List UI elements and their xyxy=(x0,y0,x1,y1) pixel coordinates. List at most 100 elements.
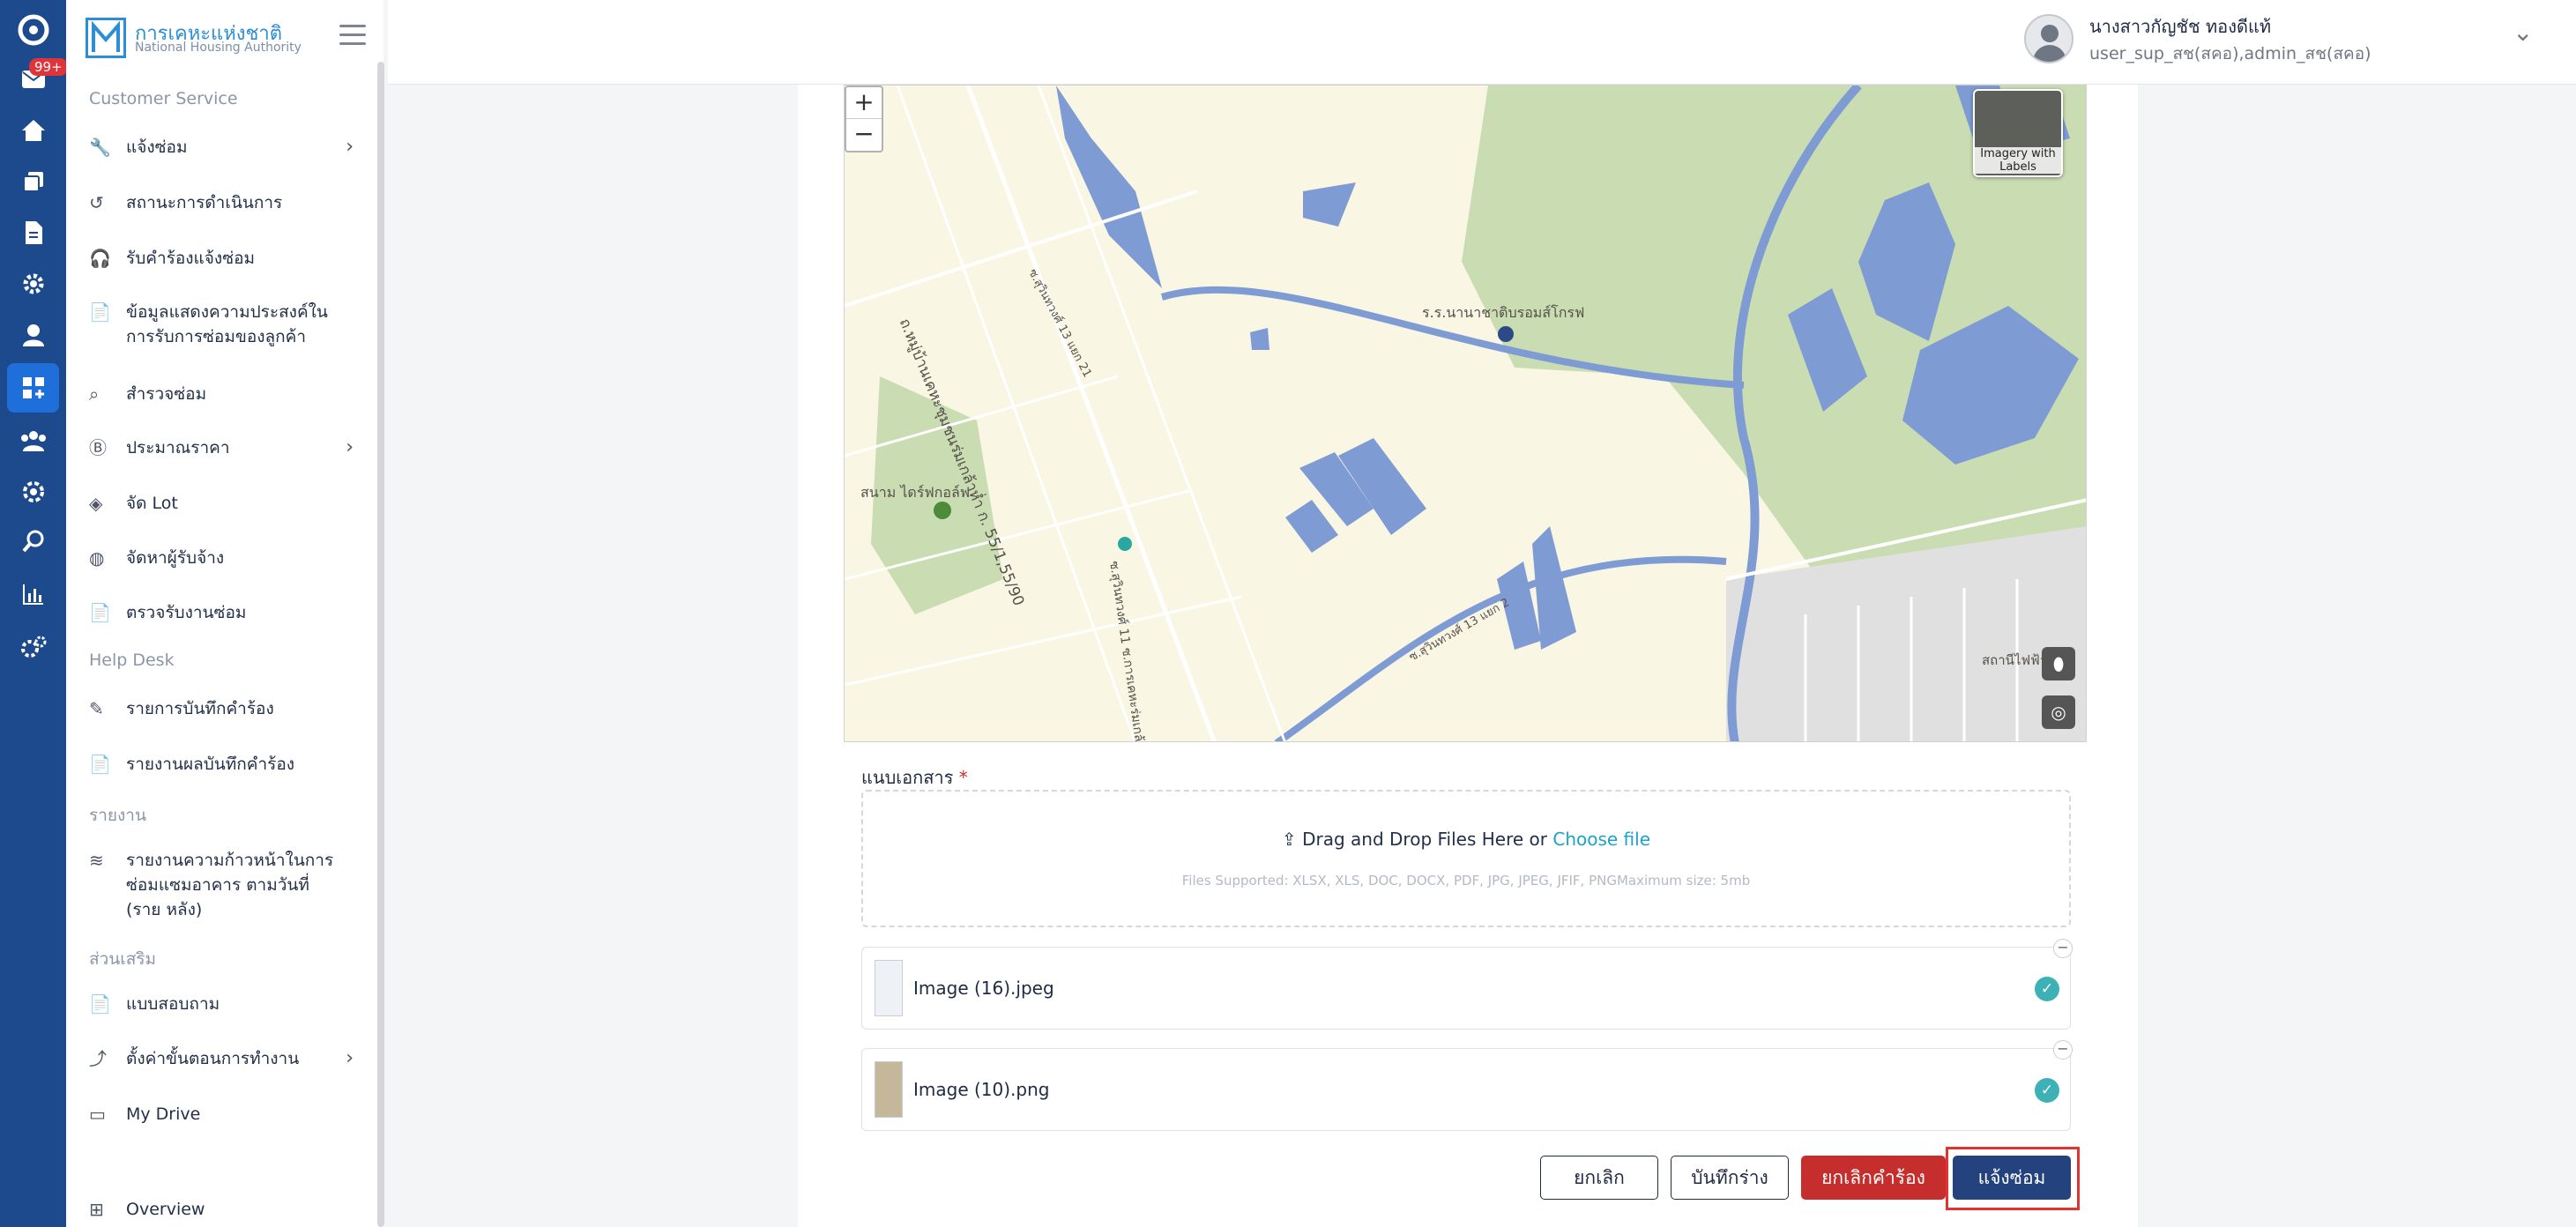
sidebar-item-overview[interactable]: ⊞ Overview xyxy=(89,1197,362,1222)
cogs-icon[interactable] xyxy=(0,622,66,672)
sidebar-item-label: แบบสอบถาม xyxy=(126,994,220,1014)
map-zoom-control: + − xyxy=(845,86,883,152)
section-report: รายงาน xyxy=(89,806,146,825)
chevron-down-icon[interactable]: ⌄ xyxy=(2513,18,2533,47)
map-pin-icon[interactable]: ⬮ xyxy=(2042,647,2075,680)
database-icon: ≋ xyxy=(89,850,104,871)
sidebar-item-questionnaire[interactable]: 📄 แบบสอบถาม xyxy=(89,992,362,1016)
dashboard-icon[interactable] xyxy=(7,363,59,413)
sidebar-item-request-report[interactable]: 📄 รายงานผลบันทึกคำร้อง xyxy=(89,752,362,777)
notification-badge: 99+ xyxy=(29,58,68,76)
basemap-toggle-button[interactable]: Imagery with Labels xyxy=(1973,89,2063,177)
user-name: นางสาวกัญชัช ทองดีแท้ xyxy=(2089,16,2272,37)
check-icon: ✓ xyxy=(2035,977,2059,1001)
sidebar-item-label: แจ้งซ่อม xyxy=(126,138,188,157)
logo-subtitle: National Housing Authority xyxy=(135,41,302,55)
upload-label: แนบเอกสาร * xyxy=(861,763,968,792)
remove-file-button[interactable]: − xyxy=(2053,1040,2073,1060)
cancel-button[interactable]: ยกเลิก xyxy=(1540,1156,1658,1200)
map-label-school: ร.ร.นานาชาติบรอมส์โกรฟ xyxy=(1422,304,1585,321)
team-icon[interactable] xyxy=(0,416,66,465)
choose-file-link[interactable]: Choose file xyxy=(1552,829,1650,850)
location-map[interactable]: ร.ร.นานาชาติบรอมส์โกรฟ สนาม ไดร์ฟกอล์ฟ ถ… xyxy=(844,85,2087,742)
chevron-right-icon: › xyxy=(346,1047,354,1069)
map-label-golf: สนาม ไดร์ฟกอล์ฟ xyxy=(860,484,971,501)
locate-icon[interactable]: ◎ xyxy=(2042,695,2075,729)
wrench-icon: 🔧 xyxy=(89,137,111,158)
sidebar-scrollbar[interactable] xyxy=(377,62,384,1227)
user-icon[interactable] xyxy=(0,310,66,360)
sidebar-item-label: จัด Lot xyxy=(126,494,178,513)
upload-label-text: แนบเอกสาร xyxy=(861,767,954,788)
sidebar-item-customer-intent[interactable]: 📄 ข้อมูลแสดงความประสงค์ใน การรับการซ่อมข… xyxy=(89,300,362,349)
document-icon: 📄 xyxy=(89,754,111,775)
sidebar-item-label: สถานะการดำเนินการ xyxy=(126,193,283,212)
sidebar-item-inspect[interactable]: 📄 ตรวจรับงานซ่อม xyxy=(89,600,362,625)
icon-rail: 99+ xyxy=(0,0,68,1227)
sidebar-item-my-drive[interactable]: ▭ My Drive xyxy=(89,1102,362,1127)
sidebar-item-request-list[interactable]: ✎ รายการบันทึกคำร้อง xyxy=(89,696,362,721)
chevron-right-icon: › xyxy=(346,136,354,158)
sidebar-item-label: My Drive xyxy=(126,1104,201,1124)
sidebar-item-label: รายงานผลบันทึกคำร้อง xyxy=(126,755,295,774)
sidebar-item-label: ประมาณราคา xyxy=(126,438,230,457)
basemap-label: Imagery with Labels xyxy=(1975,147,2061,174)
layers-icon: ◈ xyxy=(89,493,103,514)
gear-icon[interactable] xyxy=(0,259,66,309)
sidebar-item-label: รับคำร้องแจ้งซ่อม xyxy=(126,249,256,268)
upload-icon: ⇪ xyxy=(1281,829,1297,850)
edit-icon: ✎ xyxy=(89,698,104,719)
sidebar-item-repair[interactable]: 🔧 แจ้งซ่อม › xyxy=(89,135,362,160)
chevron-right-icon: › xyxy=(346,436,354,458)
drop-instruction: Drag and Drop Files Here or xyxy=(1302,829,1547,850)
save-draft-button[interactable]: บันทึกร่าง xyxy=(1671,1156,1789,1200)
sidebar-item-survey[interactable]: ⌕ สำรวจซ่อม xyxy=(89,382,362,406)
zoom-in-button[interactable]: + xyxy=(846,87,882,119)
sidebar-item-contractor[interactable]: ◍ จัดหาผู้รับจ้าง xyxy=(89,546,362,570)
file-dropzone[interactable]: ⇪ Drag and Drop Files Here or Choose fil… xyxy=(861,790,2071,927)
sidebar-item-estimate[interactable]: Ⓑ ประมาณราคา › xyxy=(89,435,362,460)
home-icon[interactable] xyxy=(0,106,66,155)
sidebar-item-label: จัดหาผู้รับจ้าง xyxy=(126,548,225,568)
section-customer-service: Customer Service xyxy=(89,89,238,108)
settings-icon[interactable] xyxy=(0,467,66,517)
history-icon: ↺ xyxy=(89,192,104,213)
steps-icon: ⤴ xyxy=(89,1048,107,1069)
coin-icon: Ⓑ xyxy=(89,437,107,458)
search-icon[interactable] xyxy=(0,517,66,566)
app-logo-icon[interactable] xyxy=(0,5,66,55)
sidebar-item-label: รายงานความก้าวหน้าในการ ซ่อมแซมอาคาร ตาม… xyxy=(126,851,334,919)
copy-icon[interactable] xyxy=(0,157,66,206)
remove-file-button[interactable]: − xyxy=(2053,939,2073,958)
sidebar-item-workflow-settings[interactable]: ⤴ ตั้งค่าขั้นตอนการทำงาน › xyxy=(89,1046,362,1071)
sidebar-item-progress-report[interactable]: ≋ รายงานความก้าวหน้าในการ ซ่อมแซมอาคาร ต… xyxy=(89,848,362,922)
file-thumbnail xyxy=(875,1061,903,1118)
user-avatar[interactable] xyxy=(2024,14,2073,63)
document-icon[interactable] xyxy=(0,208,66,257)
submit-highlight xyxy=(1946,1147,2080,1210)
uploaded-file-item: Image (16).jpeg ✓ − xyxy=(861,939,2073,1030)
sidebar-item-receive-request[interactable]: 🎧 รับคำร้องแจ้งซ่อม xyxy=(89,246,362,271)
globe-icon: ◍ xyxy=(89,547,105,569)
sidebar-item-status[interactable]: ↺ สถานะการดำเนินการ xyxy=(89,190,362,215)
headset-icon: 🎧 xyxy=(89,248,111,269)
menu-toggle-icon[interactable] xyxy=(339,25,366,46)
cancel-request-button[interactable]: ยกเลิกคำร้อง xyxy=(1801,1156,1946,1200)
section-addon: ส่วนเสริม xyxy=(89,949,157,969)
supported-formats: Files Supported: XLSX, XLS, DOC, DOCX, P… xyxy=(1181,873,1751,889)
sidebar: การเคหะแห่งชาติ National Housing Authori… xyxy=(66,0,383,1227)
document-icon: 📄 xyxy=(89,602,111,623)
zoom-out-button[interactable]: − xyxy=(846,119,882,151)
required-mark: * xyxy=(958,767,968,788)
section-help-desk: Help Desk xyxy=(89,651,175,670)
top-bar: นางสาวกัญชัช ทองดีแท้ user_sup_สช(สคอ),a… xyxy=(388,0,2576,85)
sidebar-item-label: ตั้งค่าขั้นตอนการทำงาน xyxy=(126,1049,300,1068)
search-icon: ⌕ xyxy=(89,383,100,405)
folder-icon: ▭ xyxy=(89,1104,106,1125)
sidebar-item-label: รายการบันทึกคำร้อง xyxy=(126,699,274,718)
sidebar-item-label: ข้อมูลแสดงความประสงค์ใน การรับการซ่อมของ… xyxy=(126,302,328,346)
sidebar-item-lot[interactable]: ◈ จัด Lot xyxy=(89,491,362,516)
chart-icon[interactable] xyxy=(0,569,66,619)
sidebar-item-label: ตรวจรับงานซ่อม xyxy=(126,603,247,622)
grid-icon: ⊞ xyxy=(89,1199,104,1220)
